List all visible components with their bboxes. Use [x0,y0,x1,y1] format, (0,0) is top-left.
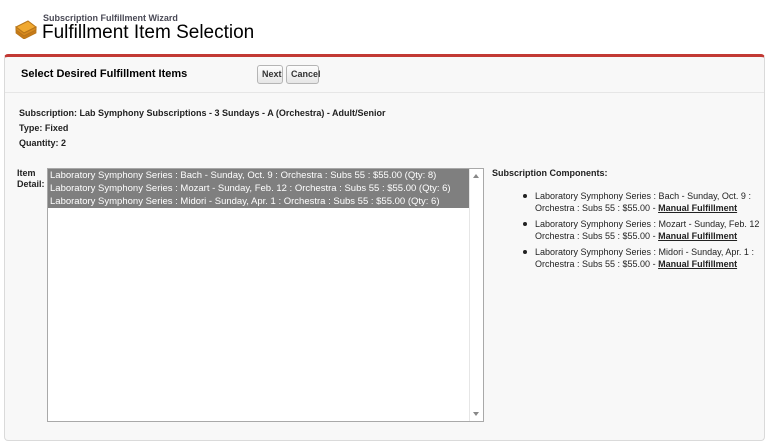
components-list: Laboratory Symphony Series : Bach - Sund… [523,190,768,274]
type-info: Type: Fixed [19,123,69,133]
list-option-bach[interactable]: Laboratory Symphony Series : Bach - Sund… [48,169,469,182]
fulfillment-panel: Select Desired Fulfillment Items Next Ca… [4,54,765,441]
list-item: Laboratory Symphony Series : Midori - Su… [523,246,768,270]
list-item: Laboratory Symphony Series : Mozart - Su… [523,218,768,242]
bullet-icon [523,250,527,254]
ticket-stack-icon [15,20,37,39]
listbox-scrollbar[interactable] [469,169,483,421]
scroll-up-icon[interactable] [473,174,479,178]
panel-header: Select Desired Fulfillment Items Next Ca… [5,57,764,93]
page-header: Subscription Fulfillment Wizard Fulfillm… [0,0,769,56]
item-detail-label: Item Detail: [17,168,45,189]
item-detail-listbox[interactable]: Laboratory Symphony Series : Bach - Sund… [47,168,484,422]
components-title: Subscription Components: [492,168,608,178]
cancel-button[interactable]: Cancel [286,65,321,84]
manual-fulfillment-link[interactable]: Manual Fulfillment [658,259,737,269]
bullet-icon [523,194,527,198]
panel-title: Select Desired Fulfillment Items [21,68,188,80]
manual-fulfillment-link[interactable]: Manual Fulfillment [658,231,737,241]
next-button[interactable]: Next [257,65,283,84]
list-option-midori[interactable]: Laboratory Symphony Series : Midori - Su… [48,195,469,208]
list-item: Laboratory Symphony Series : Bach - Sund… [523,190,768,214]
list-option-mozart[interactable]: Laboratory Symphony Series : Mozart - Su… [48,182,469,195]
quantity-info: Quantity: 2 [19,138,67,148]
page-title: Fulfillment Item Selection [42,22,255,43]
bullet-icon [523,222,527,226]
manual-fulfillment-link[interactable]: Manual Fulfillment [658,203,737,213]
scroll-down-icon[interactable] [473,412,479,416]
subscription-info: Subscription: Lab Symphony Subscriptions… [19,108,386,118]
